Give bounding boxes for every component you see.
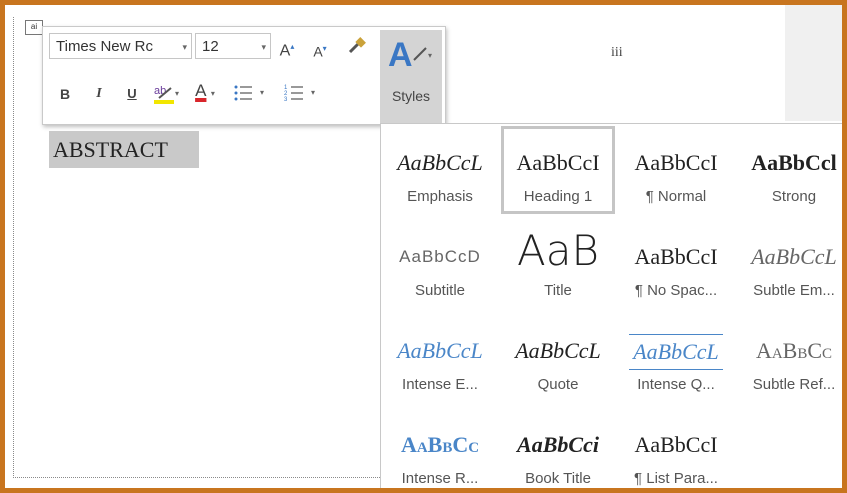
svg-text:▾: ▾ <box>428 51 432 60</box>
chevron-down-icon[interactable]: ▾ <box>182 34 187 60</box>
style-preview: AaBbCcI <box>634 432 718 457</box>
style-label: Subtle Ref... <box>752 376 836 393</box>
style-label: ¶ List Para... <box>634 470 718 487</box>
style-preview: AaBbCcl <box>751 150 837 175</box>
style-subtle-emphasis[interactable]: AaBbCcL Subtle Em... <box>737 220 842 308</box>
style-quote[interactable]: AaBbCcL Quote <box>501 314 615 402</box>
italic-button[interactable]: I <box>91 83 107 105</box>
style-label: Intense R... <box>401 470 479 487</box>
style-emphasis[interactable]: AaBbCcL Emphasis <box>383 126 497 214</box>
style-label: Title <box>544 282 572 299</box>
styles-button[interactable]: A ▾ Styles <box>380 30 442 123</box>
grow-font-icon: A <box>279 42 291 60</box>
page-margin-area <box>785 5 842 121</box>
chevron-down-icon[interactable]: ▾ <box>211 89 215 98</box>
styles-gallery: AaBbCcL Emphasis AaBbCcI Heading 1 AaBbC… <box>380 123 842 488</box>
style-preview: AaBbCcL <box>397 338 483 363</box>
underline-button[interactable]: U <box>124 83 140 105</box>
style-book-title[interactable]: AaBbCci Book Title <box>501 408 615 488</box>
layout-options-icon[interactable]: ai <box>25 20 43 35</box>
bulleted-list-icon: ▾ <box>234 85 264 101</box>
shrink-font-button[interactable]: A▾ <box>312 38 328 63</box>
style-label: ¶ No Spac... <box>634 282 718 299</box>
style-subtitle[interactable]: AaBbCcD Subtitle <box>383 220 497 308</box>
page-number: iii <box>611 45 623 60</box>
svg-text:ab: ab <box>154 85 166 97</box>
numbered-list-icon: 1 2 3 ▾ <box>284 85 315 103</box>
bold-button[interactable]: B <box>57 83 73 105</box>
format-painter-icon <box>348 37 366 54</box>
bullets-button[interactable]: ▾ <box>232 82 272 111</box>
style-strong[interactable]: AaBbCcl Strong <box>737 126 842 214</box>
font-color-button[interactable]: A ▾ <box>188 80 222 105</box>
chevron-down-icon[interactable]: ▾ <box>261 34 266 60</box>
font-name-value: Times New Rc <box>56 38 153 55</box>
style-preview: AaB <box>517 226 599 275</box>
style-title[interactable]: AaB Title <box>501 220 615 308</box>
highlighter-icon: ab ▾ <box>154 85 179 104</box>
style-no-spacing[interactable]: AaBbCcI ¶ No Spac... <box>619 220 733 308</box>
style-preview: AaBbCci <box>517 432 599 457</box>
style-list-paragraph[interactable]: AaBbCcI ¶ List Para... <box>619 408 733 488</box>
font-name-box[interactable]: Times New Rc ▾ <box>49 33 192 59</box>
document-heading-selection[interactable]: ABSTRACT <box>49 131 199 168</box>
style-label: Subtle Em... <box>753 282 835 299</box>
style-preview: AaBbCc <box>400 432 480 457</box>
style-preview: AaBbCcL <box>629 334 723 370</box>
style-label: Intense Q... <box>637 376 715 393</box>
mini-toolbar: Times New Rc ▾ 12 ▾ A▴ A▾ B I U ab ▾ A ▾… <box>42 26 446 125</box>
style-label: ¶ Normal <box>645 188 707 205</box>
highlight-color-button[interactable]: ab ▾ <box>151 82 181 113</box>
style-label: Intense E... <box>402 376 478 393</box>
style-preview: AaBbCcL <box>515 338 601 363</box>
style-label: Heading 1 <box>523 188 593 205</box>
styles-icon: A ▾ <box>388 36 432 74</box>
style-subtle-reference[interactable]: AaBbCc Subtle Ref... <box>737 314 842 402</box>
style-label: Quote <box>537 376 579 393</box>
font-size-box[interactable]: 12 ▾ <box>195 33 271 59</box>
font-color-label: A <box>195 81 207 100</box>
style-preview: AaBbCcL <box>751 244 837 269</box>
style-normal[interactable]: AaBbCcI ¶ Normal <box>619 126 733 214</box>
style-intense-emphasis[interactable]: AaBbCcL Intense E... <box>383 314 497 402</box>
style-intense-reference[interactable]: AaBbCc Intense R... <box>383 408 497 488</box>
style-preview: AaBbCcI <box>634 150 718 175</box>
style-intense-quote[interactable]: AaBbCcL Intense Q... <box>619 314 733 402</box>
svg-text:A: A <box>388 36 413 74</box>
svg-text:▾: ▾ <box>175 89 179 98</box>
grow-font-button[interactable]: A▴ <box>279 36 295 62</box>
font-size-value: 12 <box>202 38 219 55</box>
style-heading-1[interactable]: AaBbCcI Heading 1 <box>501 126 615 214</box>
format-painter-button[interactable] <box>346 35 368 64</box>
svg-text:▾: ▾ <box>311 88 315 97</box>
style-preview: AaBbCcI <box>634 244 718 269</box>
style-preview: AaBbCcL <box>397 150 483 175</box>
styles-label: Styles <box>391 88 431 104</box>
style-preview: AaBbCc <box>755 338 833 363</box>
style-label: Subtitle <box>414 282 466 299</box>
svg-text:3: 3 <box>284 97 288 103</box>
screenshot-frame: iii ai Times New Rc ▾ 12 ▾ A▴ A▾ B I U a… <box>0 0 847 493</box>
style-preview: AaBbCcI <box>516 150 600 175</box>
numbering-button[interactable]: 1 2 3 ▾ <box>283 82 323 111</box>
style-preview: AaBbCcD <box>399 247 481 266</box>
shrink-font-icon: A <box>313 43 323 60</box>
svg-text:▾: ▾ <box>260 88 264 97</box>
style-label: Emphasis <box>407 188 473 205</box>
style-label: Strong <box>771 188 817 205</box>
style-label: Book Title <box>525 470 591 487</box>
